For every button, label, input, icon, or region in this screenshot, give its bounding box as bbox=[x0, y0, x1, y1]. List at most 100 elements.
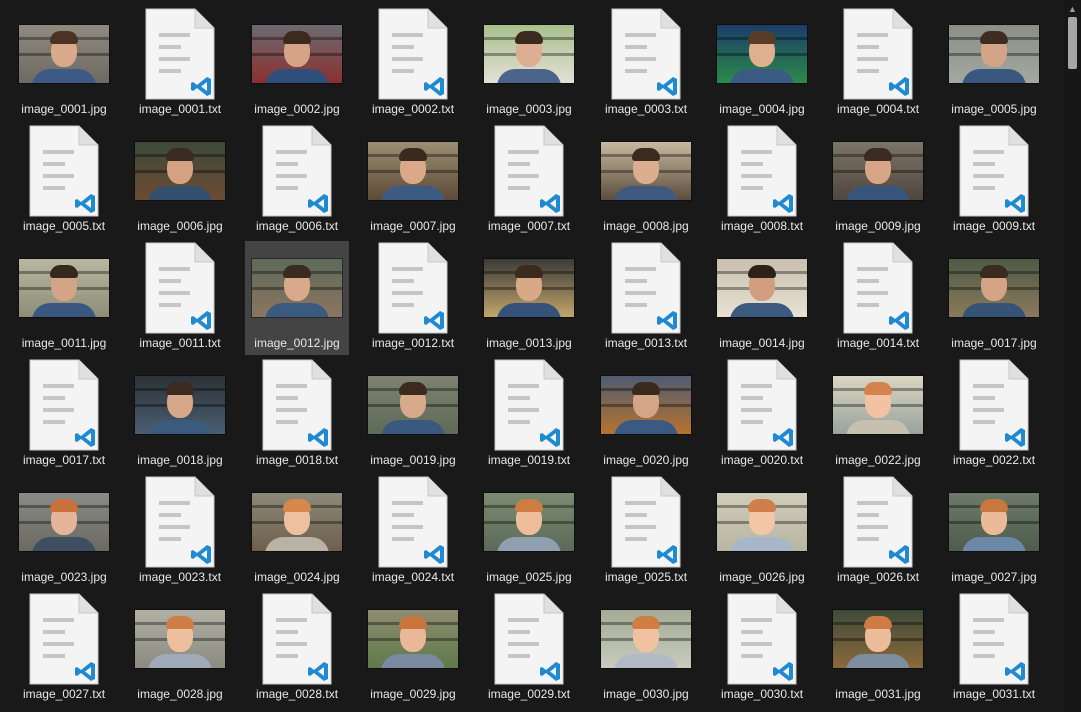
file-item-text[interactable]: image_0006.txt bbox=[245, 124, 349, 238]
file-thumbnail bbox=[12, 592, 116, 685]
file-item-text[interactable]: image_0004.txt bbox=[826, 7, 930, 121]
image-thumbnail bbox=[717, 258, 807, 317]
vscode-text-file-icon bbox=[611, 8, 681, 100]
file-thumbnail bbox=[594, 475, 698, 568]
file-item-image[interactable]: image_0027.jpg bbox=[942, 475, 1046, 589]
file-name-label: image_0031.txt bbox=[952, 687, 1036, 701]
file-item-text[interactable]: image_0001.txt bbox=[128, 7, 232, 121]
file-item-text[interactable]: image_0012.txt bbox=[361, 241, 465, 355]
file-thumbnail bbox=[477, 124, 581, 217]
file-thumbnail bbox=[477, 592, 581, 685]
file-item-image[interactable]: image_0018.jpg bbox=[128, 358, 232, 472]
file-item-image[interactable]: image_0024.jpg bbox=[245, 475, 349, 589]
file-thumbnail bbox=[12, 241, 116, 334]
vscode-text-file-icon bbox=[494, 125, 564, 217]
file-item-image[interactable]: image_0025.jpg bbox=[477, 475, 581, 589]
file-item-image[interactable]: image_0003.jpg bbox=[477, 7, 581, 121]
file-item-text[interactable]: image_0031.txt bbox=[942, 592, 1046, 706]
file-thumbnail bbox=[942, 124, 1046, 217]
image-thumbnail bbox=[484, 258, 574, 317]
file-item-image[interactable]: image_0028.jpg bbox=[128, 592, 232, 706]
file-item-image[interactable]: image_0020.jpg bbox=[594, 358, 698, 472]
file-thumbnail bbox=[594, 7, 698, 100]
file-thumbnail bbox=[361, 592, 465, 685]
file-item-text[interactable]: image_0005.txt bbox=[12, 124, 116, 238]
file-name-label: image_0002.txt bbox=[371, 102, 455, 116]
file-item-image[interactable]: image_0014.jpg bbox=[710, 241, 814, 355]
vertical-scrollbar[interactable]: ▲ bbox=[1064, 0, 1081, 712]
file-item-text[interactable]: image_0017.txt bbox=[12, 358, 116, 472]
chevron-up-icon[interactable]: ▲ bbox=[1064, 0, 1081, 17]
file-item-image[interactable]: image_0017.jpg bbox=[942, 241, 1046, 355]
file-thumbnail bbox=[128, 7, 232, 100]
file-item-image[interactable]: image_0009.jpg bbox=[826, 124, 930, 238]
file-item-text[interactable]: image_0022.txt bbox=[942, 358, 1046, 472]
file-item-image[interactable]: image_0007.jpg bbox=[361, 124, 465, 238]
file-item-text[interactable]: image_0019.txt bbox=[477, 358, 581, 472]
file-item-image[interactable]: image_0031.jpg bbox=[826, 592, 930, 706]
file-name-label: image_0028.jpg bbox=[137, 687, 223, 701]
file-thumbnail bbox=[477, 475, 581, 568]
file-name-label: image_0018.txt bbox=[255, 453, 339, 467]
file-item-text[interactable]: image_0028.txt bbox=[245, 592, 349, 706]
file-item-image[interactable]: image_0023.jpg bbox=[12, 475, 116, 589]
file-item-text[interactable]: image_0011.txt bbox=[128, 241, 232, 355]
file-item-text[interactable]: image_0014.txt bbox=[826, 241, 930, 355]
file-item-image[interactable]: image_0011.jpg bbox=[12, 241, 116, 355]
file-name-label: image_0009.jpg bbox=[835, 219, 921, 233]
file-item-image[interactable]: image_0026.jpg bbox=[710, 475, 814, 589]
file-item-image[interactable]: image_0022.jpg bbox=[826, 358, 930, 472]
file-item-image[interactable]: image_0001.jpg bbox=[12, 7, 116, 121]
file-item-image[interactable]: image_0006.jpg bbox=[128, 124, 232, 238]
image-thumbnail bbox=[601, 609, 691, 668]
file-thumbnail bbox=[826, 241, 930, 334]
file-name-label: image_0006.jpg bbox=[137, 219, 223, 233]
file-thumbnail bbox=[245, 475, 349, 568]
file-thumbnail bbox=[361, 241, 465, 334]
vscode-text-file-icon bbox=[378, 242, 448, 334]
file-item-text[interactable]: image_0030.txt bbox=[710, 592, 814, 706]
image-thumbnail bbox=[949, 258, 1039, 317]
vscode-text-file-icon bbox=[611, 242, 681, 334]
file-name-label: image_0009.txt bbox=[952, 219, 1036, 233]
file-item-image[interactable]: image_0030.jpg bbox=[594, 592, 698, 706]
file-name-label: image_0003.txt bbox=[604, 102, 688, 116]
file-name-label: image_0012.jpg bbox=[254, 336, 340, 350]
file-item-image[interactable]: image_0002.jpg bbox=[245, 7, 349, 121]
file-item-image[interactable]: image_0012.jpg bbox=[245, 241, 349, 355]
image-thumbnail bbox=[135, 141, 225, 200]
file-item-image[interactable]: image_0005.jpg bbox=[942, 7, 1046, 121]
file-item-text[interactable]: image_0009.txt bbox=[942, 124, 1046, 238]
file-item-text[interactable]: image_0007.txt bbox=[477, 124, 581, 238]
file-thumbnail bbox=[128, 475, 232, 568]
file-thumbnail bbox=[477, 358, 581, 451]
file-thumbnail bbox=[594, 124, 698, 217]
vscode-text-file-icon bbox=[727, 125, 797, 217]
file-item-text[interactable]: image_0002.txt bbox=[361, 7, 465, 121]
image-thumbnail bbox=[949, 492, 1039, 551]
file-item-text[interactable]: image_0026.txt bbox=[826, 475, 930, 589]
file-name-label: image_0017.jpg bbox=[951, 336, 1037, 350]
file-item-image[interactable]: image_0019.jpg bbox=[361, 358, 465, 472]
file-item-text[interactable]: image_0008.txt bbox=[710, 124, 814, 238]
file-name-label: image_0012.txt bbox=[371, 336, 455, 350]
file-item-text[interactable]: image_0013.txt bbox=[594, 241, 698, 355]
file-item-image[interactable]: image_0029.jpg bbox=[361, 592, 465, 706]
file-item-image[interactable]: image_0008.jpg bbox=[594, 124, 698, 238]
file-item-text[interactable]: image_0003.txt bbox=[594, 7, 698, 121]
image-thumbnail bbox=[717, 24, 807, 83]
file-item-text[interactable]: image_0024.txt bbox=[361, 475, 465, 589]
scrollbar-thumb[interactable] bbox=[1068, 17, 1077, 69]
file-item-text[interactable]: image_0020.txt bbox=[710, 358, 814, 472]
file-item-image[interactable]: image_0013.jpg bbox=[477, 241, 581, 355]
file-thumbnail bbox=[826, 358, 930, 451]
file-item-text[interactable]: image_0023.txt bbox=[128, 475, 232, 589]
file-thumbnail bbox=[710, 124, 814, 217]
file-item-text[interactable]: image_0018.txt bbox=[245, 358, 349, 472]
file-item-text[interactable]: image_0029.txt bbox=[477, 592, 581, 706]
file-name-label: image_0028.txt bbox=[255, 687, 339, 701]
file-item-text[interactable]: image_0025.txt bbox=[594, 475, 698, 589]
file-item-text[interactable]: image_0027.txt bbox=[12, 592, 116, 706]
file-item-image[interactable]: image_0004.jpg bbox=[710, 7, 814, 121]
file-name-label: image_0022.txt bbox=[952, 453, 1036, 467]
